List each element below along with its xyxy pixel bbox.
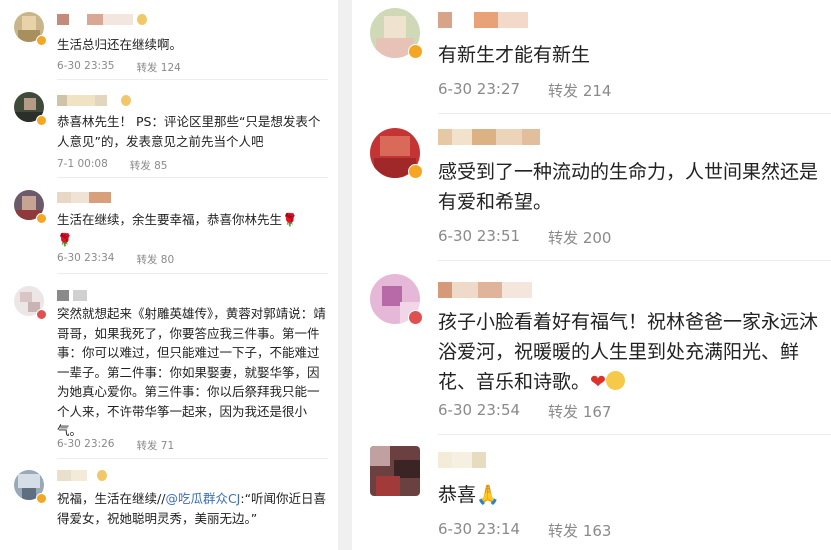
username-redacted[interactable] [57,192,111,203]
divider [57,79,328,80]
verified-badge-icon [36,35,47,46]
comment-time: 6-30 23:34 [57,252,115,264]
username-redacted[interactable] [57,14,147,25]
repost-button[interactable]: 转发 85 [130,158,168,173]
repost-button[interactable]: 转发 200 [548,227,611,248]
comment-time: 6-30 23:14 [438,520,521,538]
comment-text: 生活总归还在继续啊。 [57,37,183,52]
username-redacted[interactable] [57,290,87,301]
verified-badge-icon [36,115,47,126]
repost-button[interactable]: 转发 214 [548,80,611,101]
clap-icon: 🙏 [476,484,500,506]
heart-icon: ❤ [590,371,606,393]
verified-badge-icon [408,310,423,325]
username-redacted[interactable] [438,129,540,145]
username-redacted[interactable] [438,12,528,28]
comment-time: 7-1 00:08 [57,158,108,170]
smile-emoji-icon [605,371,625,390]
divider [438,434,831,435]
repost-button[interactable]: 转发 167 [548,401,611,422]
comment-time: 6-30 23:27 [438,80,521,98]
rose-icon: 🌹 [57,231,73,247]
divider [57,273,328,274]
divider [438,260,831,261]
divider [57,458,328,459]
comment-text: 突然就想起来《射雕英雄传》，黄蓉对郭靖说：靖哥哥，如果我死了，你要答应我三件事。… [57,306,326,438]
verified-badge-icon [36,309,47,320]
repost-button[interactable]: 转发 71 [136,438,174,453]
verified-badge-icon [408,44,423,59]
divider [57,177,328,178]
comment-text: 孩子小脸看着好有福气！祝林爸爸一家永远沐浴爱河，祝暖暖的人生里到处充满阳光、鲜花… [438,311,819,393]
divider [438,113,831,114]
user-avatar[interactable] [370,446,420,496]
comment-text: 祝福，生活在继续//@吃瓜群众CJ:“听闻你近日喜得爱女，祝她聪明灵秀，美丽无边… [57,491,327,526]
verified-badge-icon [408,164,423,179]
verified-badge-icon [36,213,47,224]
repost-button[interactable]: 转发 163 [548,520,611,541]
repost-button[interactable]: 转发 80 [136,252,174,267]
verified-badge-icon [36,493,47,504]
comment-time: 6-30 23:51 [438,227,521,245]
comment-text: 感受到了一种流动的生命力，人世间果然还是有爱和希望。 [438,161,819,213]
username-redacted[interactable] [57,95,131,106]
username-redacted[interactable] [438,452,486,468]
mention-link[interactable]: @吃瓜群众CJ [165,491,240,506]
username-redacted[interactable] [57,470,107,481]
right-comment-panel: 有新生才能有新生 6-30 23:27 转发 214 感受到了一种流动的生命力，… [352,0,831,550]
comment-text: 生活在继续，余生要幸福，恭喜你林先生🌹 🌹 [57,212,298,247]
panel-separator [338,0,352,550]
comment-text: 恭喜🙏 [438,484,500,506]
username-redacted[interactable] [438,282,532,298]
comment-text: 有新生才能有新生 [438,44,591,66]
left-comment-panel: 生活总归还在继续啊。 6-30 23:35 转发 124 恭喜林先生！ PS：评… [0,0,338,550]
comment-time: 6-30 23:54 [438,401,521,419]
comment-time: 6-30 23:35 [57,60,115,72]
rose-icon: 🌹 [282,212,298,227]
repost-button[interactable]: 转发 124 [136,60,180,75]
comment-time: 6-30 23:26 [57,438,115,450]
comment-text: 恭喜林先生！ PS：评论区里那些“只是想发表个人意见”的，发表意见之前先当个人吧 [57,114,321,149]
